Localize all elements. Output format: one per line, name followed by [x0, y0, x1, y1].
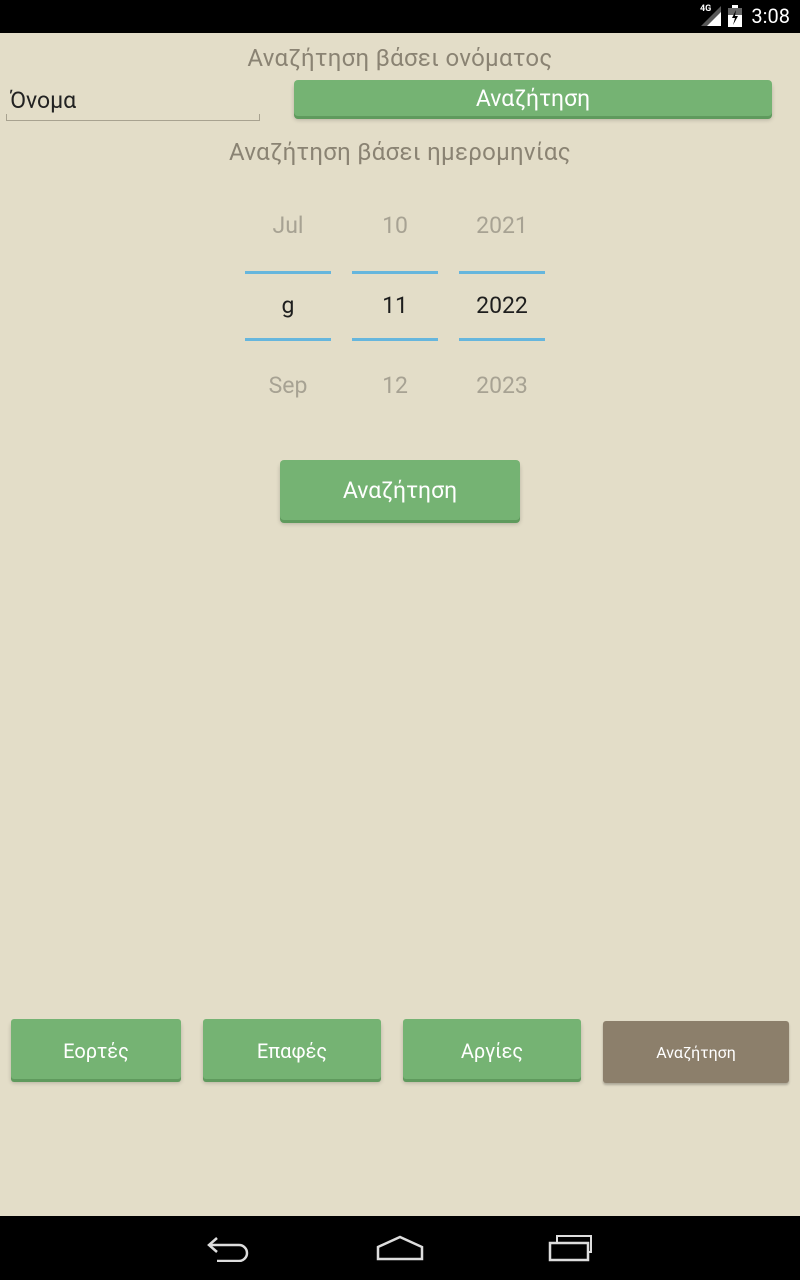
name-search-button[interactable]: Αναζήτηση: [294, 80, 772, 116]
picker-divider: [459, 338, 545, 341]
day-current-value[interactable]: 11: [352, 292, 438, 319]
year-current-value[interactable]: 2022: [459, 292, 545, 319]
battery-icon: [728, 5, 742, 27]
month-current-value[interactable]: g: [245, 292, 331, 319]
home-button[interactable]: [355, 1216, 445, 1280]
navigation-bar: [0, 1216, 800, 1280]
year-picker[interactable]: 2021 2022 2023: [459, 196, 545, 420]
tab-celebrations[interactable]: Εορτές: [11, 1019, 181, 1079]
tab-contacts[interactable]: Επαφές: [203, 1019, 381, 1079]
picker-divider: [245, 271, 331, 274]
picker-divider: [245, 338, 331, 341]
back-icon: [207, 1237, 249, 1262]
status-clock: 3:08: [751, 4, 790, 28]
input-underline-corner: [259, 114, 260, 120]
month-prev-value[interactable]: Jul: [245, 212, 331, 239]
back-button[interactable]: [185, 1216, 275, 1280]
home-icon: [376, 1235, 424, 1261]
year-prev-value[interactable]: 2021: [459, 212, 545, 239]
day-picker[interactable]: 10 11 12: [352, 196, 438, 420]
picker-divider: [459, 271, 545, 274]
day-next-value[interactable]: 12: [352, 372, 438, 399]
date-search-button[interactable]: Αναζήτηση: [280, 460, 520, 520]
status-bar: 4G 3:08: [0, 0, 800, 33]
recent-apps-icon: [548, 1235, 592, 1262]
date-search-title: Αναζήτηση βάσει ημερομηνίας: [229, 138, 571, 166]
month-picker[interactable]: Jul g Sep: [245, 196, 331, 420]
year-next-value[interactable]: 2023: [459, 372, 545, 399]
input-underline-corner: [6, 114, 7, 120]
picker-divider: [352, 338, 438, 341]
name-input-field[interactable]: [6, 82, 264, 121]
name-search-title: Αναζήτηση βάσει ονόματος: [247, 44, 553, 72]
recent-apps-button[interactable]: [525, 1216, 615, 1280]
day-prev-value[interactable]: 10: [352, 212, 438, 239]
tab-holidays[interactable]: Αργίες: [403, 1019, 581, 1079]
picker-divider: [352, 271, 438, 274]
tab-search[interactable]: Αναζήτηση: [603, 1021, 789, 1083]
signal-icon: [701, 6, 721, 26]
month-next-value[interactable]: Sep: [245, 372, 331, 399]
name-input[interactable]: [6, 82, 264, 118]
